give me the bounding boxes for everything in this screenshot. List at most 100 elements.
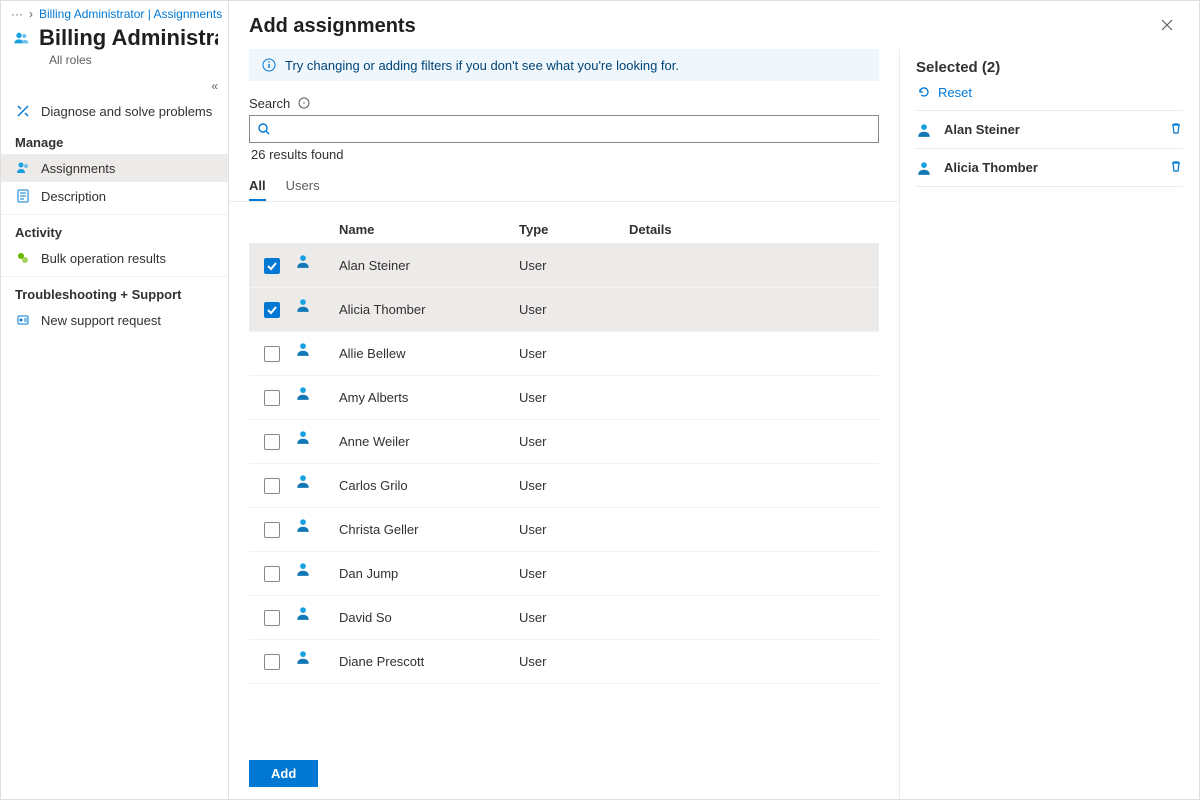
person-icon xyxy=(295,605,311,621)
row-checkbox[interactable] xyxy=(264,434,280,450)
left-column: ··· › Billing Administrator | Assignment… xyxy=(1,1,229,799)
support-icon xyxy=(15,312,31,328)
row-type: User xyxy=(519,258,629,273)
reset-label: Reset xyxy=(938,85,972,100)
selected-list: Alan SteinerAlicia Thomber xyxy=(916,110,1183,187)
close-icon xyxy=(1159,17,1175,33)
bulk-icon xyxy=(15,250,31,266)
row-checkbox[interactable] xyxy=(264,478,280,494)
help-icon[interactable] xyxy=(296,95,312,111)
row-name: Carlos Grilo xyxy=(339,478,519,493)
row-type: User xyxy=(519,522,629,537)
tab-users[interactable]: Users xyxy=(286,170,320,201)
row-name: Alan Steiner xyxy=(339,258,519,273)
row-checkbox[interactable] xyxy=(264,654,280,670)
nav-bulk-label: Bulk operation results xyxy=(41,251,166,266)
nav-diagnose-label: Diagnose and solve problems xyxy=(41,104,212,119)
tab-all[interactable]: All xyxy=(249,170,266,201)
row-checkbox[interactable] xyxy=(264,566,280,582)
row-type: User xyxy=(519,566,629,581)
table-row[interactable]: Anne WeilerUser xyxy=(249,420,879,464)
row-name: David So xyxy=(339,610,519,625)
section-activity: Activity xyxy=(1,214,228,244)
person-icon xyxy=(295,297,311,313)
row-checkbox[interactable] xyxy=(264,346,280,362)
col-name[interactable]: Name xyxy=(339,222,519,237)
app-root: ··· › Billing Administrator | Assignment… xyxy=(1,1,1199,799)
row-name: Christa Geller xyxy=(339,522,519,537)
nav-assignments[interactable]: Assignments xyxy=(1,154,228,182)
person-icon xyxy=(916,122,932,138)
table-row[interactable]: Diane PrescottUser xyxy=(249,640,879,684)
person-icon xyxy=(295,473,311,489)
table-row[interactable]: Allie BellewUser xyxy=(249,332,879,376)
nav-description[interactable]: Description xyxy=(1,182,228,210)
search-box[interactable] xyxy=(249,115,879,143)
table-row[interactable]: Carlos GriloUser xyxy=(249,464,879,508)
horizontal-scrollbar[interactable] xyxy=(249,732,879,748)
table-row[interactable]: Alan SteinerUser xyxy=(249,244,879,288)
search-icon xyxy=(256,121,272,137)
panel-header: Add assignments xyxy=(229,1,1199,49)
tabs: All Users xyxy=(229,170,899,202)
selected-item: Alan Steiner xyxy=(916,111,1183,149)
add-button[interactable]: Add xyxy=(249,760,318,787)
remove-button[interactable] xyxy=(1169,159,1183,176)
close-button[interactable] xyxy=(1155,13,1179,39)
nav-bulk[interactable]: Bulk operation results xyxy=(1,244,228,272)
row-name: Allie Bellew xyxy=(339,346,519,361)
row-checkbox[interactable] xyxy=(264,522,280,538)
nav-support-label: New support request xyxy=(41,313,161,328)
selected-column: Selected (2) Reset Alan SteinerAlicia Th… xyxy=(899,49,1199,799)
table-row[interactable]: Amy AlbertsUser xyxy=(249,376,879,420)
row-type: User xyxy=(519,610,629,625)
table-row[interactable]: Christa GellerUser xyxy=(249,508,879,552)
person-icon xyxy=(295,341,311,357)
nav-diagnose[interactable]: Diagnose and solve problems xyxy=(1,97,228,125)
nav-support[interactable]: New support request xyxy=(1,306,228,334)
row-checkbox[interactable] xyxy=(264,302,280,318)
remove-button[interactable] xyxy=(1169,121,1183,138)
breadcrumb-dots[interactable]: ··· xyxy=(11,7,23,21)
breadcrumb-sep: › xyxy=(29,7,33,21)
col-details[interactable]: Details xyxy=(629,222,879,237)
panel-title: Add assignments xyxy=(249,15,416,38)
person-icon xyxy=(295,385,311,401)
panel-body: Try changing or adding filters if you do… xyxy=(229,49,1199,799)
panel-footer: Add xyxy=(229,748,899,799)
nav-description-label: Description xyxy=(41,189,106,204)
col-type[interactable]: Type xyxy=(519,222,629,237)
page-title: Billing Administrator xyxy=(39,25,218,51)
table-row[interactable]: Alicia ThomberUser xyxy=(249,288,879,332)
selected-item-name: Alan Steiner xyxy=(944,122,1157,137)
table-row[interactable]: David SoUser xyxy=(249,596,879,640)
row-type: User xyxy=(519,478,629,493)
reset-icon xyxy=(916,84,932,100)
row-name: Diane Prescott xyxy=(339,654,519,669)
row-checkbox[interactable] xyxy=(264,610,280,626)
row-checkbox[interactable] xyxy=(264,390,280,406)
info-banner: Try changing or adding filters if you do… xyxy=(249,49,879,81)
results-count: 26 results found xyxy=(229,143,899,170)
description-icon xyxy=(15,188,31,204)
person-icon xyxy=(295,561,311,577)
search-input[interactable] xyxy=(272,122,872,137)
page-title-row: Billing Administrator xyxy=(1,21,228,53)
row-name: Amy Alberts xyxy=(339,390,519,405)
row-name: Dan Jump xyxy=(339,566,519,581)
main-column: Try changing or adding filters if you do… xyxy=(229,49,899,799)
grid-header: Name Type Details xyxy=(249,216,879,244)
info-banner-text: Try changing or adding filters if you do… xyxy=(285,58,679,73)
row-checkbox[interactable] xyxy=(264,258,280,274)
row-type: User xyxy=(519,390,629,405)
row-name: Anne Weiler xyxy=(339,434,519,449)
assignments-icon xyxy=(15,160,31,176)
reset-button[interactable]: Reset xyxy=(916,80,1183,110)
table-row[interactable]: Dan JumpUser xyxy=(249,552,879,596)
search-label: Search xyxy=(229,95,899,115)
breadcrumb-link[interactable]: Billing Administrator | Assignments xyxy=(39,7,222,21)
person-icon xyxy=(295,517,311,533)
grid-body[interactable]: Alan SteinerUserAlicia ThomberUserAllie … xyxy=(249,244,879,728)
add-assignments-panel: Add assignments Try changing or adding f… xyxy=(229,1,1199,799)
collapse-sidebar[interactable]: « xyxy=(1,75,228,97)
